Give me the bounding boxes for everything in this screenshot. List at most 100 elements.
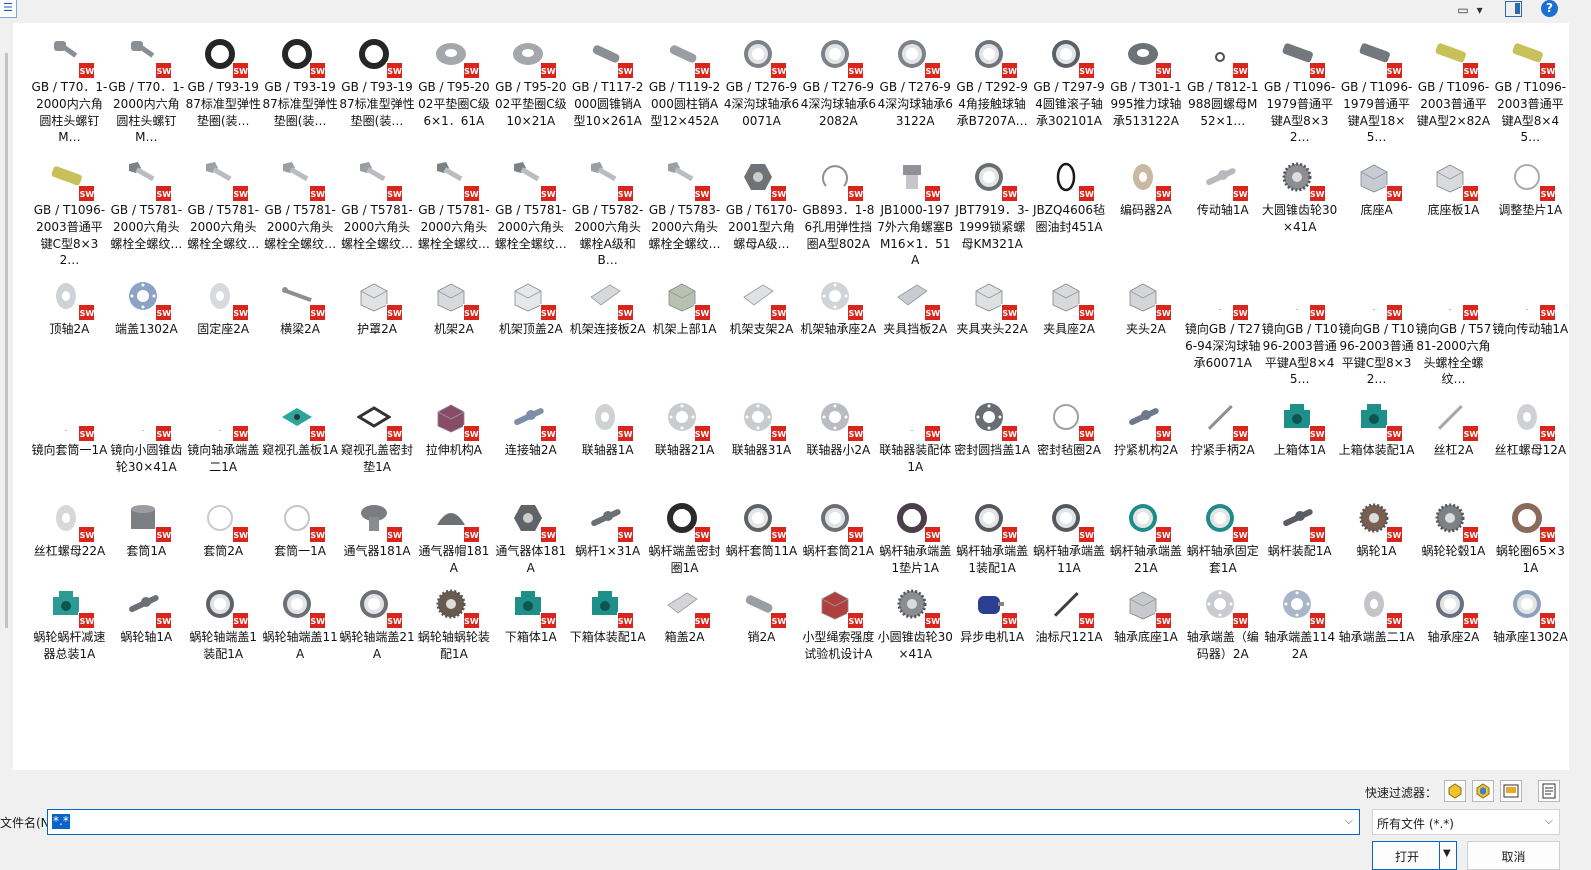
file-item[interactable]: SW GB / T6170-2001型六角螺母A级… bbox=[723, 156, 800, 271]
file-item[interactable]: SW 夹具夹头22A bbox=[954, 275, 1031, 392]
file-item[interactable]: SW 机架连接板2A bbox=[569, 275, 646, 392]
file-item[interactable]: SW 上箱体1A bbox=[1261, 396, 1338, 493]
file-item[interactable]: SW 轴承座1302A bbox=[1492, 583, 1569, 675]
file-item[interactable]: SW 蜗轮轴端盖1装配1A bbox=[185, 583, 262, 675]
file-item[interactable]: SW 底座板1A bbox=[1415, 156, 1492, 271]
file-item[interactable]: SW 窥视孔盖密封垫1A bbox=[339, 396, 416, 493]
filetype-select[interactable]: 所有文件 (*.*) ⌵ bbox=[1372, 809, 1560, 835]
scrollbar[interactable] bbox=[0, 23, 13, 770]
file-item[interactable]: SW 下箱体装配1A bbox=[569, 583, 646, 675]
file-item[interactable]: SW 异步电机1A bbox=[954, 583, 1031, 675]
file-item[interactable]: SW GB / T1096-1979普通平键A型18×5… bbox=[1338, 33, 1415, 152]
file-item[interactable]: SW 丝杠螺母22A bbox=[31, 497, 108, 579]
file-item[interactable]: SW 箱盖2A bbox=[646, 583, 723, 675]
file-item[interactable]: SW 顶轴2A bbox=[31, 275, 108, 392]
file-item[interactable]: SW GB / T301-1995推力球轴承513122A bbox=[1107, 33, 1184, 152]
preview-pane-icon[interactable] bbox=[1505, 1, 1522, 17]
file-item[interactable]: SW 蜗杆轴承端盖1装配1A bbox=[954, 497, 1031, 579]
file-item[interactable]: SW 蜗轮轴蜗轮装配1A bbox=[415, 583, 492, 675]
file-item[interactable]: SW 蜗杆轴承端盖1垫片1A bbox=[877, 497, 954, 579]
file-item[interactable]: SW GB / T5783-2000六角头螺栓全螺纹… bbox=[646, 156, 723, 271]
file-item[interactable]: SW 镜向轴承端盖二1A bbox=[185, 396, 262, 493]
file-item[interactable]: SW GB / T1096-1979普通平键A型8×32… bbox=[1261, 33, 1338, 152]
file-item[interactable]: SW 套筒2A bbox=[185, 497, 262, 579]
file-item[interactable]: SW 蜗杆1×31A bbox=[569, 497, 646, 579]
filter-assemblies-button[interactable] bbox=[1472, 780, 1494, 802]
file-item[interactable]: SW 镜向小圆锥齿轮30×41A bbox=[108, 396, 185, 493]
file-item[interactable]: SW 油标尺121A bbox=[1031, 583, 1108, 675]
file-item[interactable]: SW GB / T5781-2000六角头螺栓全螺纹… bbox=[108, 156, 185, 271]
open-dropdown-button[interactable]: ▼ bbox=[1439, 842, 1456, 869]
chevron-down-icon[interactable]: ⌵ bbox=[1345, 814, 1353, 828]
file-item[interactable]: SW GB / T5781-2000六角头螺栓全螺纹… bbox=[262, 156, 339, 271]
file-item[interactable]: SW GB / T5781-2000六角头螺栓全螺纹… bbox=[339, 156, 416, 271]
file-item[interactable]: SW 蜗杆套筒21A bbox=[800, 497, 877, 579]
file-item[interactable]: SW JB1000-1977外六角螺塞BM16×1．51A bbox=[877, 156, 954, 271]
file-item[interactable]: SW 轴承座2A bbox=[1415, 583, 1492, 675]
file-item[interactable]: SW 镜向GB / T5781-2000六角头螺栓全螺纹… bbox=[1415, 275, 1492, 392]
file-item[interactable]: SW GB / T117-2000圆锥销A型10×261A bbox=[569, 33, 646, 152]
filename-field[interactable]: *.* ⌵ bbox=[47, 809, 1360, 835]
file-item[interactable]: SW 护罩2A bbox=[339, 275, 416, 392]
file-item[interactable]: SW 蜗轮轴端盖11A bbox=[262, 583, 339, 675]
file-item[interactable]: SW GB / T276-94深沟球轴承63122A bbox=[877, 33, 954, 152]
file-item[interactable]: SW 夹具挡板2A bbox=[877, 275, 954, 392]
file-item[interactable]: SW 机架顶盖2A bbox=[492, 275, 569, 392]
file-item[interactable]: SW 联轴器小2A bbox=[800, 396, 877, 493]
file-item[interactable]: SW 拉伸机构A bbox=[415, 396, 492, 493]
file-item[interactable]: SW 镜向GB / T1096-2003普通平键A型8×45… bbox=[1261, 275, 1338, 392]
file-item[interactable]: SW 销2A bbox=[723, 583, 800, 675]
file-item[interactable]: SW 连接轴2A bbox=[492, 396, 569, 493]
file-item[interactable]: SW 传动轴1A bbox=[1184, 156, 1261, 271]
file-item[interactable]: SW 联轴器21A bbox=[646, 396, 723, 493]
file-item[interactable]: SW GB / T276-94深沟球轴承60071A bbox=[723, 33, 800, 152]
file-item[interactable]: SW 通气器帽181A bbox=[415, 497, 492, 579]
file-item[interactable]: SW GB893．1-86孔用弹性挡圈A型802A bbox=[800, 156, 877, 271]
file-item[interactable]: SW 丝杠2A bbox=[1415, 396, 1492, 493]
file-item[interactable]: SW 编码器2A bbox=[1107, 156, 1184, 271]
file-item[interactable]: SW GB / T95-2002平垫圈C级6×1．61A bbox=[415, 33, 492, 152]
file-item[interactable]: SW 镜向GB / T276-94深沟球轴承60071A bbox=[1184, 275, 1261, 392]
cancel-button[interactable]: 取消 bbox=[1467, 841, 1560, 870]
file-item[interactable]: SW GB / T1096-2003普通平键A型2×82A bbox=[1415, 33, 1492, 152]
file-item[interactable]: SW GB / T1096-2003普通平键A型8×45… bbox=[1492, 33, 1569, 152]
open-button[interactable]: 打开 ▼ bbox=[1372, 841, 1457, 870]
file-item[interactable]: SW 蜗轮轮毂1A bbox=[1415, 497, 1492, 579]
file-item[interactable]: SW 轴承端盖（编码器）2A bbox=[1184, 583, 1261, 675]
file-item[interactable]: SW 蜗杆装配1A bbox=[1261, 497, 1338, 579]
file-item[interactable]: SW 蜗轮轴端盖21A bbox=[339, 583, 416, 675]
file-item[interactable]: SW 蜗轮蜗杆减速器总装1A bbox=[31, 583, 108, 675]
view-menu-button[interactable]: ▭ ▾ bbox=[1446, 0, 1494, 19]
file-item[interactable]: SW 夹具座2A bbox=[1031, 275, 1108, 392]
file-item[interactable]: SW 蜗轮轴1A bbox=[108, 583, 185, 675]
file-item[interactable]: SW 镜向GB / T1096-2003普通平键C型8×32… bbox=[1338, 275, 1415, 392]
file-item[interactable]: SW 丝杠螺母12A bbox=[1492, 396, 1569, 493]
file-item[interactable]: SW 轴承端盖二1A bbox=[1338, 583, 1415, 675]
file-item[interactable]: SW GB / T276-94深沟球轴承62082A bbox=[800, 33, 877, 152]
file-item[interactable]: SW GB / T5781-2000六角头螺栓全螺纹… bbox=[492, 156, 569, 271]
file-item[interactable]: SW 轴承底座1A bbox=[1107, 583, 1184, 675]
file-item[interactable]: SW JBZQ4606毡圈油封451A bbox=[1031, 156, 1108, 271]
file-item[interactable]: SW GB / T119-2000圆柱销A型12×452A bbox=[646, 33, 723, 152]
file-item[interactable]: SW 通气器181A bbox=[339, 497, 416, 579]
file-item[interactable]: SW 下箱体1A bbox=[492, 583, 569, 675]
file-item[interactable]: SW 小圆锥齿轮30×41A bbox=[877, 583, 954, 675]
file-item[interactable]: SW 蜗杆轴承端盖11A bbox=[1031, 497, 1108, 579]
file-item[interactable]: SW GB / T93-1987标准型弹性垫圈(装… bbox=[262, 33, 339, 152]
file-item[interactable]: SW 蜗杆轴承端盖21A bbox=[1107, 497, 1184, 579]
file-item[interactable]: SW 大圆锥齿轮30×41A bbox=[1261, 156, 1338, 271]
file-item[interactable]: SW 机架支架2A bbox=[723, 275, 800, 392]
filter-parts-button[interactable] bbox=[1444, 780, 1466, 802]
menu-icon[interactable]: ☰ bbox=[0, 0, 17, 18]
file-item[interactable]: SW GB / T297-94圆锥滚子轴承302101A bbox=[1031, 33, 1108, 152]
file-item[interactable]: SW 蜗杆套筒11A bbox=[723, 497, 800, 579]
file-item[interactable]: SW GB / T93-1987标准型弹性垫圈(装… bbox=[339, 33, 416, 152]
file-item[interactable]: SW GB / T93-1987标准型弹性垫圈(装… bbox=[185, 33, 262, 152]
file-item[interactable]: SW 密封圆挡盖1A bbox=[954, 396, 1031, 493]
help-icon[interactable]: ? bbox=[1541, 0, 1558, 17]
file-item[interactable]: SW GB / T812-1988圆螺母M52×1… bbox=[1184, 33, 1261, 152]
file-item[interactable]: SW 镜向传动轴1A bbox=[1492, 275, 1569, 392]
file-item[interactable]: SW 横梁2A bbox=[262, 275, 339, 392]
file-item[interactable]: SW 机架上部1A bbox=[646, 275, 723, 392]
file-item[interactable]: SW GB / T292-94角接触球轴承B7207A… bbox=[954, 33, 1031, 152]
